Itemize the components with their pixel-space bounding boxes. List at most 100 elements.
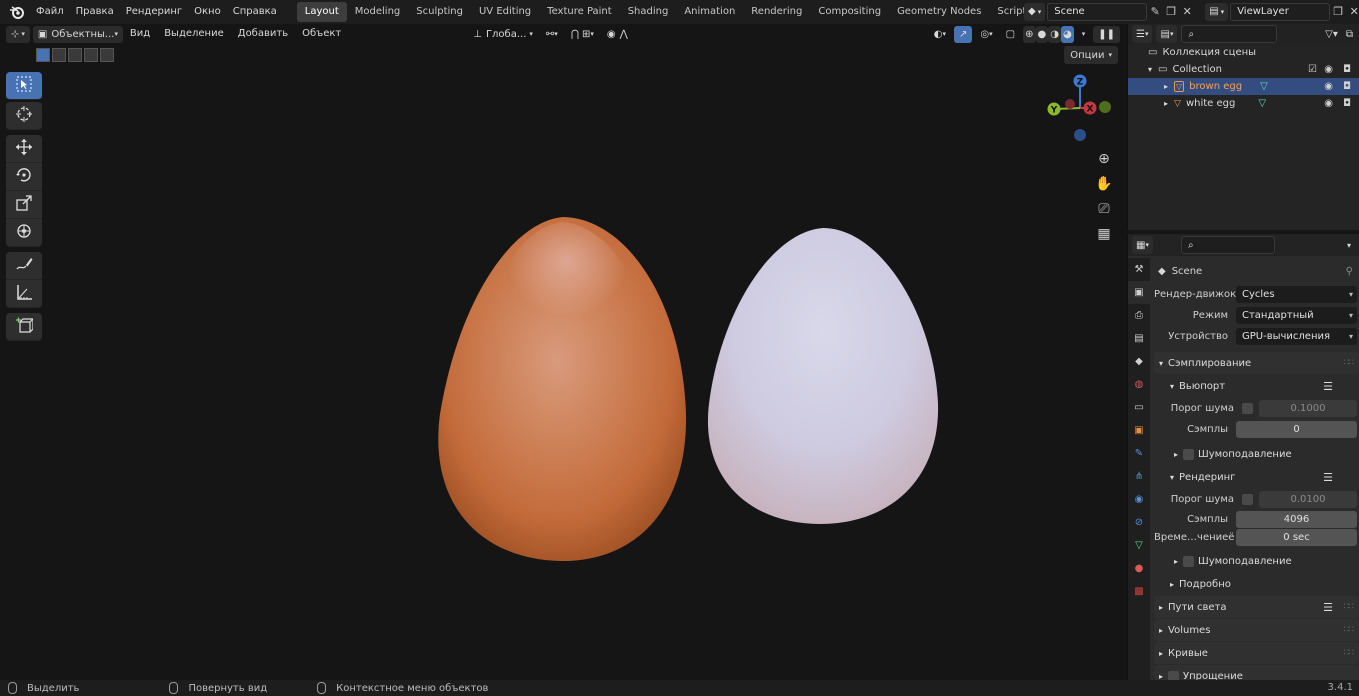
scene-browse-button[interactable]: ◆ ▾ (1024, 2, 1046, 21)
white-egg[interactable] (707, 228, 939, 524)
outliner-search-input[interactable]: ⌕ (1181, 25, 1278, 43)
pin-icon[interactable]: ✎ (1147, 3, 1163, 21)
expand-object-icon[interactable]: ▸ (1164, 82, 1168, 91)
blender-logo-icon[interactable] (6, 1, 28, 23)
tool-measure[interactable] (6, 280, 42, 308)
collection-tab-icon[interactable]: ▭ (1128, 396, 1150, 419)
viewport-subpanel-header[interactable]: ▾ Вьюпорт ☰ (1154, 375, 1359, 397)
menu-object[interactable]: Объект (295, 24, 348, 44)
material-tab-icon[interactable]: ● (1128, 557, 1150, 580)
scene-name-field[interactable]: Scene (1047, 2, 1148, 21)
volumes-panel-header[interactable]: ▸ Volumes ∷∷ (1154, 619, 1359, 641)
zoom-icon[interactable]: ⊕ (1092, 146, 1116, 171)
outliner-editor-type-button[interactable]: ☰ ▾ (1132, 25, 1153, 43)
navigation-gizmo[interactable]: Z Y X (1040, 68, 1120, 148)
collection-row[interactable]: ▾ ▭ Collection ☑ ◉ ◘ (1128, 61, 1359, 78)
render-tab-icon[interactable]: ▣ (1128, 281, 1150, 304)
properties-editor-type-button[interactable]: ▦ ▾ (1132, 236, 1153, 254)
menu-file[interactable]: Файл (30, 0, 70, 24)
viewport-samples-field[interactable]: 0 (1236, 421, 1357, 438)
tab-sculpting[interactable]: Sculpting (408, 2, 471, 22)
properties-search-input[interactable]: ⌕ (1180, 236, 1275, 254)
proportional-edit-toggle[interactable]: ◉ ⋀ (602, 26, 633, 43)
select-mode-invert[interactable] (84, 48, 98, 62)
tool-tab-icon[interactable]: ⚒ (1128, 258, 1150, 281)
curves-panel-header[interactable]: ▸ Кривые ∷∷ (1154, 642, 1359, 664)
pause-render-button[interactable]: ❚❚ (1093, 25, 1120, 43)
gizmo-toggle[interactable]: ↗ (954, 25, 973, 43)
select-mode-new[interactable] (36, 48, 50, 62)
simplify-checkbox[interactable] (1168, 670, 1180, 680)
render-denoise-header[interactable]: ▸ Шумоподавление (1154, 550, 1359, 572)
tool-rotate[interactable] (6, 163, 42, 191)
expand-collection-icon[interactable]: ▾ (1148, 65, 1152, 74)
presets-list-icon[interactable]: ☰ (1323, 380, 1333, 393)
viewlayer-browse-button[interactable]: ▤ ▾ (1205, 2, 1229, 21)
3d-viewport[interactable]: ⊹ ▾ ▣ Объектны... ▾ Вид Выделение Добавить … (0, 24, 1124, 680)
tab-geometry-nodes[interactable]: Geometry Nodes (889, 2, 989, 22)
mesh-data-tab-icon[interactable]: ▽ (1128, 534, 1150, 557)
pan-hand-icon[interactable]: ✋ (1092, 171, 1116, 196)
snap-toggle[interactable]: ⋂ ⊞ ▾ (566, 26, 599, 43)
drag-grip-icon[interactable]: ∷∷ (1344, 625, 1355, 635)
new-collection-icon[interactable]: ⧉ (1346, 29, 1353, 40)
select-mode-subtract[interactable] (68, 48, 82, 62)
mode-select[interactable]: ▣ Объектны... ▾ (32, 25, 123, 43)
neg-x-axis-icon[interactable] (1065, 99, 1075, 109)
neg-y-axis-icon[interactable] (1099, 101, 1111, 113)
render-engine-select[interactable]: Cycles ▾ (1236, 286, 1357, 303)
tab-uv-editing[interactable]: UV Editing (471, 2, 539, 22)
viewport-denoise-header[interactable]: ▸ Шумоподавление (1154, 443, 1359, 465)
tab-animation[interactable]: Animation (676, 2, 743, 22)
modifier-tab-icon[interactable]: ✎ (1128, 442, 1150, 465)
options-dropdown[interactable]: Опции ▾ (1064, 46, 1118, 64)
view-layer-tab-icon[interactable]: ▤ (1128, 327, 1150, 350)
tab-compositing[interactable]: Compositing (810, 2, 889, 22)
new-viewlayer-icon[interactable]: ❐ (1330, 3, 1346, 21)
mesh-data-icon[interactable]: ▽ (1258, 98, 1266, 109)
menu-help[interactable]: Справка (227, 0, 283, 24)
denoise-checkbox[interactable] (1183, 448, 1195, 460)
drag-grip-icon[interactable]: ∷∷ (1344, 648, 1355, 658)
world-tab-icon[interactable]: ◍ (1128, 373, 1150, 396)
eye-icon[interactable]: ◉ (1324, 98, 1333, 109)
shading-material-button[interactable]: ◑ (1048, 25, 1061, 43)
camera-icon[interactable]: ◘ (1343, 64, 1351, 75)
sampling-panel-header[interactable]: ▾ Сэмплирование ∷∷ (1154, 352, 1359, 374)
perspective-grid-icon[interactable]: ▦ (1092, 221, 1116, 246)
presets-list-icon[interactable]: ☰ (1323, 471, 1333, 484)
tool-transform[interactable] (6, 219, 42, 247)
time-limit-field[interactable]: 0 sec (1236, 528, 1357, 546)
shading-solid-button[interactable]: ● (1035, 25, 1049, 43)
select-mode-intersect[interactable] (100, 48, 114, 62)
render-samples-field[interactable]: 4096 (1236, 510, 1357, 528)
overlay-toggle[interactable]: ◎ ▾ (975, 26, 997, 43)
shading-rendered-button[interactable]: ◕ (1060, 25, 1074, 43)
shading-options-button[interactable]: ▾ (1077, 26, 1091, 43)
brown-egg[interactable] (438, 217, 687, 562)
pivot-point-button[interactable]: ⚯ ▾ (541, 26, 563, 43)
editor-type-button[interactable]: ⊹ ▾ (6, 25, 30, 43)
menu-render[interactable]: Рендеринг (120, 0, 188, 24)
neg-z-axis-icon[interactable] (1074, 129, 1086, 141)
outliner-item-white-egg[interactable]: ▸ ▽ white egg ▽ ◉ ◘ (1128, 95, 1359, 112)
render-noise-field[interactable]: 0.0100 (1259, 491, 1357, 508)
feature-set-select[interactable]: Стандартный ▾ (1236, 307, 1357, 324)
tab-texture-paint[interactable]: Texture Paint (539, 2, 620, 22)
constraints-tab-icon[interactable]: ⊘ (1128, 511, 1150, 534)
delete-viewlayer-icon[interactable]: ✕ (1346, 3, 1359, 21)
simplify-panel-header[interactable]: ▸ Упрощение (1154, 665, 1359, 680)
collection-checkbox[interactable]: ☑ (1308, 64, 1317, 75)
expand-object-icon[interactable]: ▸ (1164, 99, 1168, 108)
scene-collection-row[interactable]: ▭ Коллекция сцены (1128, 44, 1359, 61)
menu-add[interactable]: Добавить (231, 24, 295, 44)
presets-list-icon[interactable]: ☰ (1323, 601, 1333, 614)
denoise-checkbox[interactable] (1183, 555, 1195, 567)
advanced-subpanel-header[interactable]: ▸ Подробно (1154, 573, 1359, 595)
pin-icon[interactable]: ⚲ (1346, 266, 1353, 277)
transform-orientation[interactable]: ⊥ Глоба... ▾ (468, 26, 538, 43)
drag-grip-icon[interactable]: ∷∷ (1344, 358, 1355, 368)
xray-toggle[interactable]: ▢ (1001, 26, 1020, 43)
menu-edit[interactable]: Правка (70, 0, 120, 24)
noise-threshold-checkbox[interactable] (1242, 494, 1253, 505)
